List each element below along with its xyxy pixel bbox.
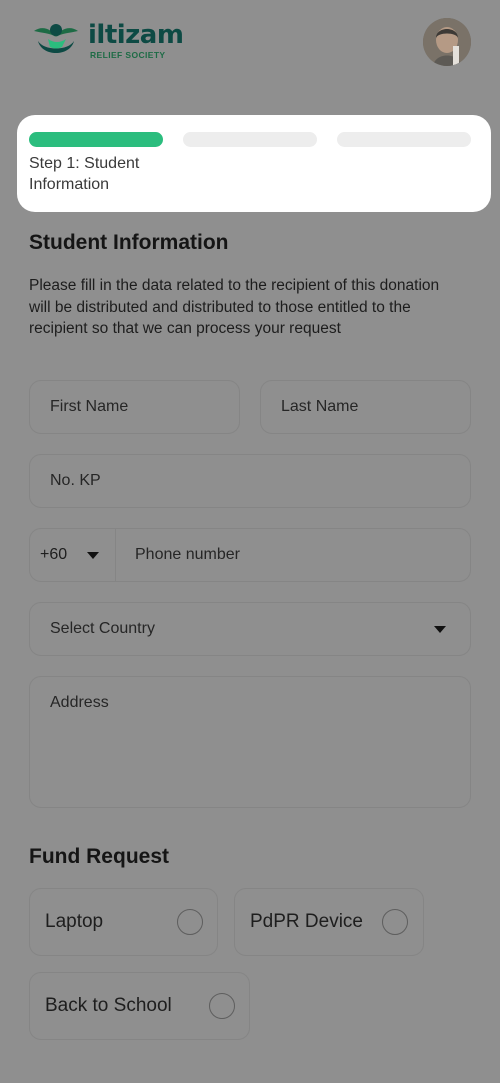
- first-name-field[interactable]: First Name: [29, 380, 240, 434]
- progress-step-2: [183, 132, 317, 147]
- country-placeholder: Select Country: [50, 620, 155, 637]
- country-code-select[interactable]: +60: [30, 529, 116, 581]
- address-textarea[interactable]: Address: [29, 676, 471, 808]
- student-info-description: Please fill in the data related to the r…: [29, 277, 440, 337]
- country-select[interactable]: Select Country: [29, 602, 471, 656]
- phone-placeholder: Phone number: [135, 546, 240, 563]
- app-header: iltizam RELIEF SOCIETY: [0, 0, 500, 84]
- last-name-placeholder: Last Name: [281, 398, 359, 415]
- phone-field[interactable]: +60 Phone number: [29, 528, 471, 582]
- progress-stepper: Step 1: Student Information: [17, 115, 491, 212]
- radio-unchecked-icon[interactable]: [209, 993, 235, 1019]
- fund-option-laptop[interactable]: Laptop: [29, 888, 218, 956]
- fund-option-pdpr-device[interactable]: PdPR Device: [234, 888, 424, 956]
- user-avatar[interactable]: [423, 18, 471, 66]
- logo-subtitle: RELIEF SOCIETY: [90, 50, 166, 60]
- progress-step-1: [29, 132, 163, 147]
- kp-number-field[interactable]: No. KP: [29, 454, 471, 508]
- caret-down-icon: [87, 552, 99, 559]
- kp-number-placeholder: No. KP: [50, 472, 101, 489]
- radio-unchecked-icon[interactable]: [382, 909, 408, 935]
- app-logo[interactable]: iltizam RELIEF SOCIETY: [28, 17, 188, 63]
- logo-title: iltizam: [88, 20, 184, 50]
- step-label: Step 1: Student Information: [29, 155, 140, 193]
- last-name-field[interactable]: Last Name: [260, 380, 471, 434]
- address-placeholder: Address: [50, 694, 109, 711]
- fund-option-back-to-school[interactable]: Back to School: [29, 972, 250, 1040]
- student-info-title: Student Information: [29, 231, 229, 254]
- progress-step-3: [337, 132, 471, 147]
- first-name-placeholder: First Name: [50, 398, 129, 415]
- avatar-photo-icon: [423, 18, 471, 66]
- fund-option-label: Laptop: [45, 911, 104, 932]
- iltizam-logo-icon: [34, 24, 78, 53]
- fund-request-title: Fund Request: [29, 845, 169, 868]
- fund-option-label: Back to School: [45, 995, 172, 1016]
- radio-unchecked-icon[interactable]: [177, 909, 203, 935]
- caret-down-icon: [434, 626, 446, 633]
- country-code-value: +60: [40, 546, 68, 563]
- fund-option-label: PdPR Device: [250, 911, 363, 932]
